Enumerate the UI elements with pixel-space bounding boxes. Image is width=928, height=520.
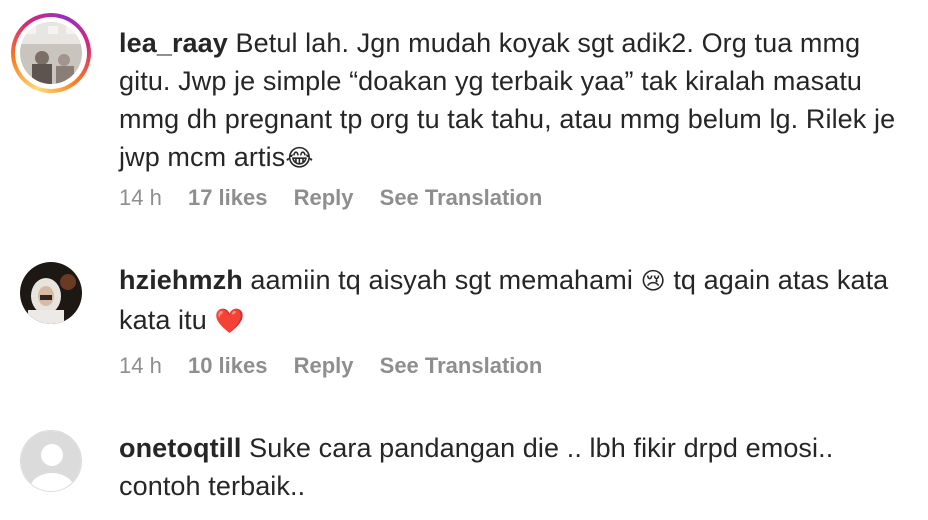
avatar[interactable]: [20, 22, 82, 84]
avatar[interactable]: [20, 430, 82, 492]
comment-text: Betul lah. Jgn mudah koyak sgt adik2. Or…: [119, 28, 896, 172]
crying-emoji-icon: 😢: [640, 268, 666, 295]
username[interactable]: hziehmzh: [119, 265, 243, 295]
reply-button[interactable]: Reply: [294, 353, 354, 378]
timestamp[interactable]: 14 h: [119, 185, 162, 210]
see-translation-button[interactable]: See Translation: [380, 185, 543, 210]
comment-meta: 14 h 10 likes Reply See Translation: [119, 353, 562, 379]
reply-button[interactable]: Reply: [294, 185, 354, 210]
avatar-photo: [20, 22, 82, 84]
laughing-emoji-icon: 😂: [285, 145, 314, 172]
comment-body: onetoqtill Suke cara pandangan die .. lb…: [119, 429, 909, 505]
story-ring[interactable]: [11, 13, 91, 93]
username[interactable]: onetoqtill: [119, 433, 241, 463]
username[interactable]: lea_raay: [119, 28, 228, 58]
avatar[interactable]: [20, 262, 82, 324]
avatar-photo: [20, 262, 82, 324]
comment-body: hziehmzh aamiin tq aisyah sgt memahami 😢…: [119, 261, 909, 341]
timestamp[interactable]: 14 h: [119, 353, 162, 378]
likes-count[interactable]: 10 likes: [188, 353, 268, 378]
comment-meta: 14 h 17 likes Reply See Translation: [119, 185, 562, 211]
default-user-icon: [21, 431, 81, 491]
likes-count[interactable]: 17 likes: [188, 185, 268, 210]
see-translation-button[interactable]: See Translation: [380, 353, 543, 378]
red-heart-emoji-icon: ❤️: [214, 308, 245, 335]
comment-body: lea_raay Betul lah. Jgn mudah koyak sgt …: [119, 24, 909, 178]
comment-text: aamiin tq aisyah sgt memahami: [250, 265, 633, 295]
